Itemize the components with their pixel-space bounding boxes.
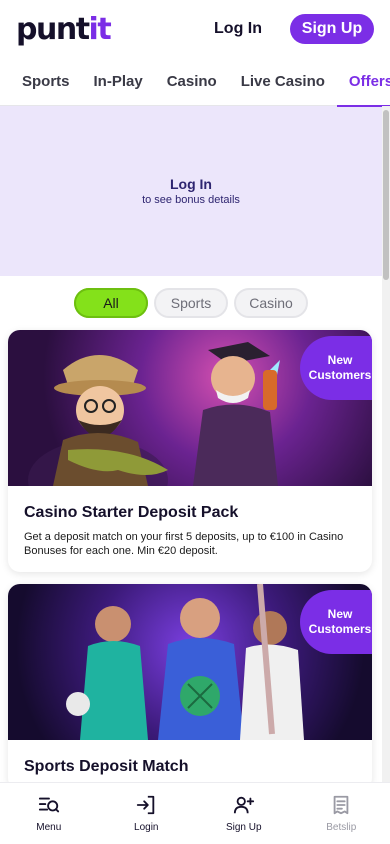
main-nav: Sports In-Play Casino Live Casino Offers	[0, 58, 390, 107]
signup-button[interactable]: Sign Up	[290, 14, 374, 44]
page-scrollbar[interactable]	[382, 106, 390, 844]
menu-search-icon	[38, 797, 59, 813]
logo-main: punt	[16, 11, 90, 47]
tab-in-play[interactable]: In-Play	[82, 58, 155, 106]
filter-all[interactable]: All	[74, 288, 148, 318]
new-customers-badge: New Customers	[300, 336, 372, 400]
filter-casino[interactable]: Casino	[234, 288, 308, 318]
offer-card-body: Casino Starter Deposit Pack Get a deposi…	[8, 486, 372, 572]
new-customers-badge: New Customers	[300, 590, 372, 654]
bottom-nav-signup[interactable]: Sign Up	[195, 783, 293, 844]
sports-offer-image: New Customers	[8, 584, 372, 740]
login-banner[interactable]: Log In to see bonus details	[0, 106, 382, 276]
offer-filters: All Sports Casino	[0, 288, 390, 318]
bottom-nav-signup-label: Sign Up	[225, 822, 262, 833]
header: punt it Log In Sign Up	[0, 0, 390, 58]
badge-line1: New	[327, 607, 353, 621]
scrollbar-thumb[interactable]	[383, 110, 389, 280]
offer-title: Casino Starter Deposit Pack	[24, 504, 239, 521]
filter-sports[interactable]: Sports	[154, 288, 228, 318]
offer-card-casino[interactable]: New Customers Casino Starter Deposit Pac…	[8, 330, 372, 572]
logo-accent: it	[88, 11, 112, 47]
casino-offer-image: New Customers	[8, 330, 372, 486]
tab-casino[interactable]: Casino	[155, 58, 229, 106]
offer-title: Sports Deposit Match	[24, 758, 189, 775]
tab-sports[interactable]: Sports	[10, 58, 82, 106]
bottom-nav: Menu Login Sign Up Betslip	[0, 782, 390, 844]
badge-line2: Customers	[308, 622, 372, 636]
offer-description: Get a deposit match on your first 5 depo…	[24, 531, 344, 557]
tab-offers[interactable]: Offers	[336, 58, 390, 107]
bottom-nav-login[interactable]: Login	[98, 783, 196, 844]
logo[interactable]: punt it	[16, 11, 112, 47]
bottom-nav-menu-label: Menu	[36, 822, 62, 833]
tab-live-casino[interactable]: Live Casino	[229, 58, 337, 106]
bottom-nav-menu[interactable]: Menu	[0, 783, 98, 844]
login-link[interactable]: Log In	[214, 20, 262, 38]
badge-line1: New	[327, 353, 353, 367]
login-banner-subtitle: to see bonus details	[142, 194, 240, 206]
add-user-icon	[233, 796, 254, 814]
bottom-nav-betslip[interactable]: Betslip	[293, 783, 390, 844]
offer-card-sports[interactable]: New Customers Sports Deposit Match	[8, 584, 372, 790]
bottom-nav-betslip-label: Betslip	[326, 822, 357, 833]
betslip-icon	[333, 795, 349, 815]
bottom-nav-login-label: Login	[134, 822, 159, 833]
login-banner-title[interactable]: Log In	[170, 176, 212, 192]
login-icon	[137, 795, 155, 815]
badge-line2: Customers	[308, 368, 372, 382]
